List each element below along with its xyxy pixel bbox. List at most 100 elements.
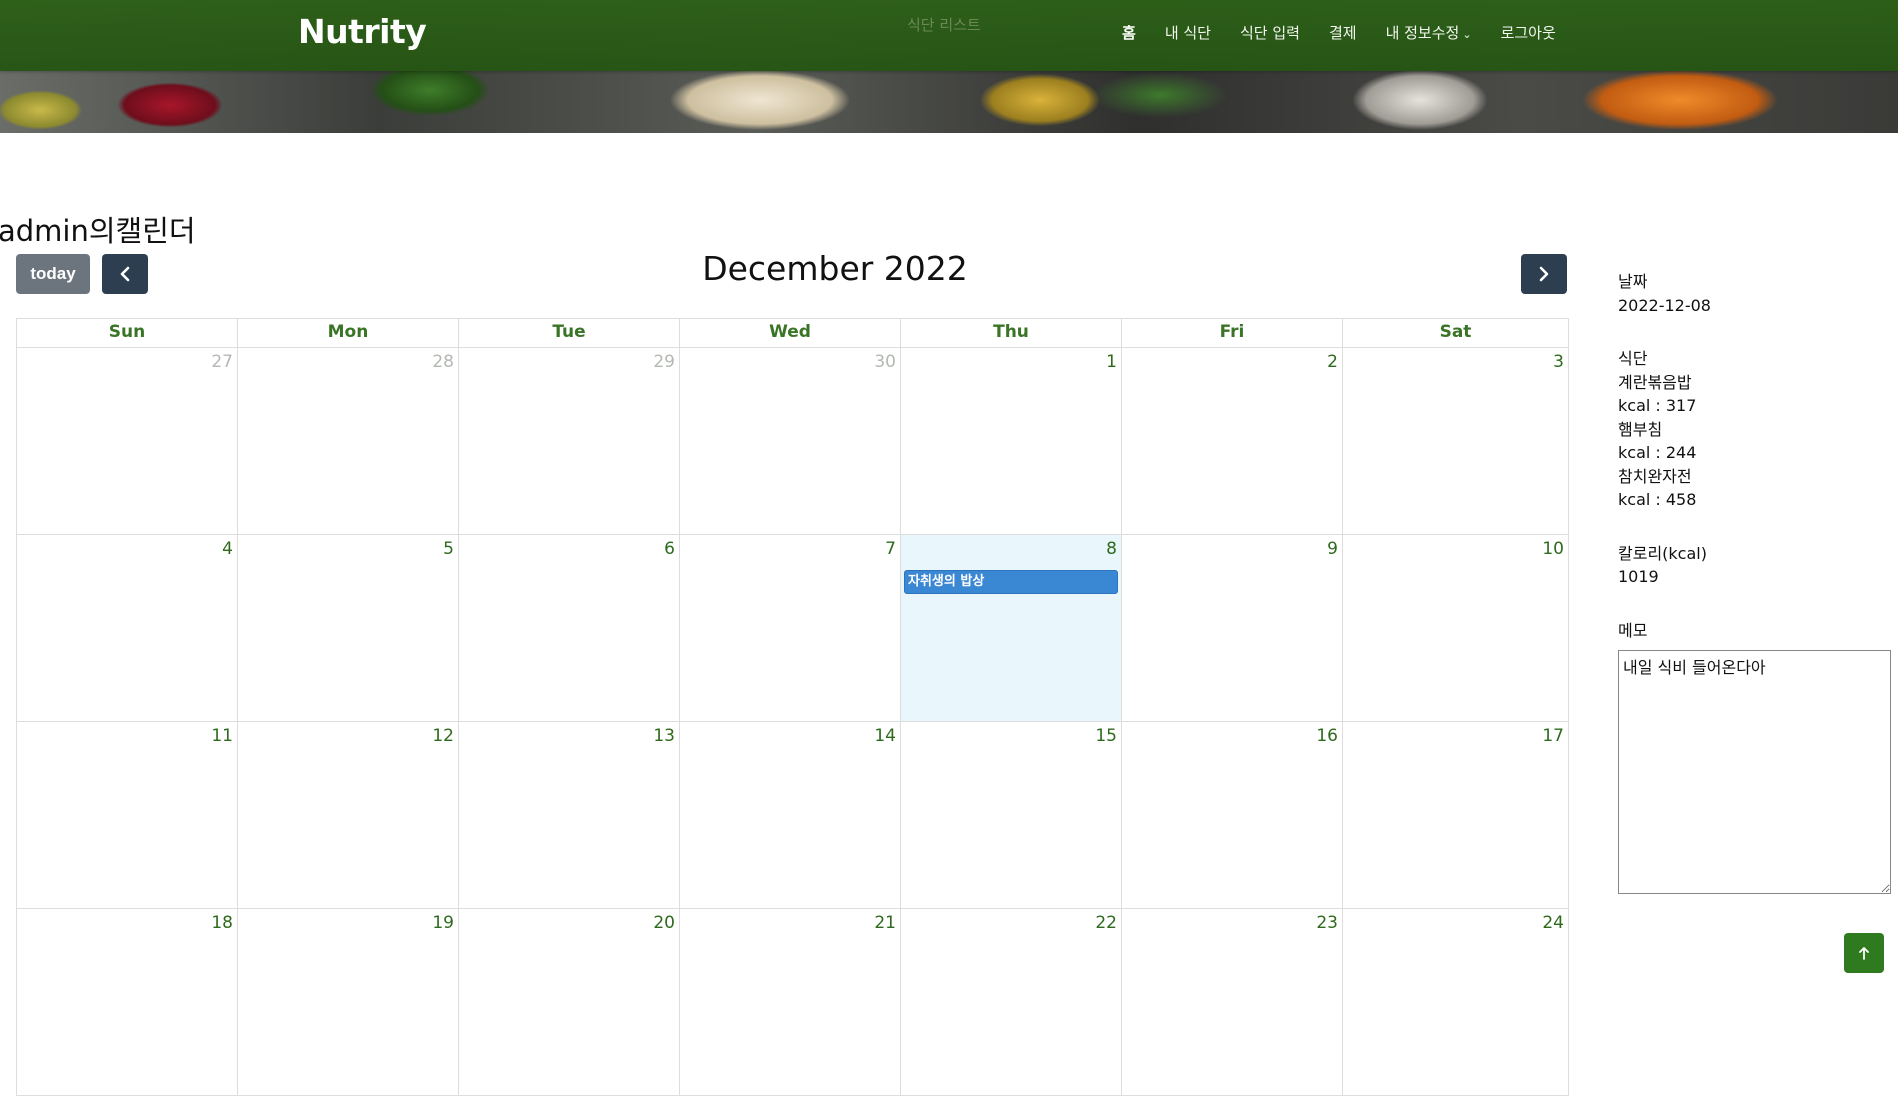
calendar-day[interactable]: 5 (238, 535, 459, 722)
calendar-day[interactable]: 15 (901, 722, 1122, 909)
day-number[interactable]: 22 (1095, 913, 1117, 933)
next-month-button[interactable] (1521, 254, 1567, 294)
weekday-sat: Sat (1343, 319, 1569, 348)
calendar-day[interactable]: 2 (1122, 348, 1343, 535)
calendar-day[interactable]: 21 (680, 909, 901, 1096)
weekday-thu: Thu (901, 319, 1122, 348)
calendar-day[interactable]: 14 (680, 722, 901, 909)
calendar-day[interactable]: 24 (1343, 909, 1569, 1096)
calendar-week: 4 5 6 7 8 자취생의 밥상 9 10 (17, 535, 1569, 722)
day-number[interactable]: 7 (885, 539, 896, 559)
nav-edit-profile-label: 내 정보수정 (1385, 24, 1460, 42)
prev-month-button[interactable] (102, 254, 148, 294)
day-number[interactable]: 24 (1542, 913, 1564, 933)
scroll-to-top-button[interactable] (1844, 933, 1884, 973)
calendar-title: admin의캘린더 (0, 214, 196, 248)
calendar-day[interactable]: 22 (901, 909, 1122, 1096)
meal-3-name: 참치완자전 (1618, 466, 1692, 486)
day-number[interactable]: 1 (1106, 352, 1117, 372)
calendar-day[interactable]: 3 (1343, 348, 1569, 535)
nav-home[interactable]: 홈 (1122, 22, 1136, 43)
calendar-day[interactable]: 11 (17, 722, 238, 909)
today-button[interactable]: today (16, 254, 90, 294)
calendar-day[interactable]: 8 자취생의 밥상 (901, 535, 1122, 722)
date-value: 2022-12-08 (1618, 295, 1711, 315)
day-number[interactable]: 27 (211, 352, 233, 372)
day-number[interactable]: 20 (653, 913, 675, 933)
nav-edit-profile[interactable]: 내 정보수정 ⌄ (1386, 22, 1472, 43)
calendar-day[interactable]: 13 (459, 722, 680, 909)
weekday-wed: Wed (680, 319, 901, 348)
nav-logout[interactable]: 로그아웃 (1501, 22, 1556, 43)
day-number[interactable]: 3 (1553, 352, 1564, 372)
day-number[interactable]: 29 (653, 352, 675, 372)
nav-payment[interactable]: 결제 (1329, 22, 1357, 43)
day-number[interactable]: 8 (1106, 539, 1117, 559)
calendar-day[interactable]: 23 (1122, 909, 1343, 1096)
calendar-day[interactable]: 20 (459, 909, 680, 1096)
date-label: 날짜 (1618, 272, 1648, 291)
day-number[interactable]: 15 (1095, 726, 1117, 746)
meal-1-kcal: kcal : 317 (1618, 396, 1697, 415)
meal-2-name: 햄부침 (1618, 419, 1663, 439)
day-number[interactable]: 19 (432, 913, 454, 933)
memo-textarea[interactable]: 내일 식비 들어온다아 (1618, 650, 1891, 894)
day-number[interactable]: 11 (211, 726, 233, 746)
chevron-left-icon (120, 266, 130, 282)
main-nav: 홈 내 식단 식단 입력 결제 내 정보수정 ⌄ 로그아웃 (1122, 22, 1585, 43)
day-number[interactable]: 30 (874, 352, 896, 372)
nav-meal-input[interactable]: 식단 입력 (1240, 22, 1300, 43)
nav-my-meals[interactable]: 내 식단 (1165, 22, 1211, 43)
day-number[interactable]: 10 (1542, 539, 1564, 559)
calendar-day[interactable]: 4 (17, 535, 238, 722)
day-number[interactable]: 13 (653, 726, 675, 746)
meal-2-kcal: kcal : 244 (1618, 443, 1697, 462)
chevron-down-icon: ⌄ (1462, 28, 1472, 41)
weekday-fri: Fri (1122, 319, 1343, 348)
day-number[interactable]: 18 (211, 913, 233, 933)
calendar-day[interactable]: 29 (459, 348, 680, 535)
calendar-week: 18 19 20 21 22 23 24 (17, 909, 1569, 1096)
calendar-day[interactable]: 16 (1122, 722, 1343, 909)
day-number[interactable]: 5 (443, 539, 454, 559)
calendar-day[interactable]: 10 (1343, 535, 1569, 722)
calendar-day[interactable]: 17 (1343, 722, 1569, 909)
day-number[interactable]: 17 (1542, 726, 1564, 746)
day-number[interactable]: 9 (1327, 539, 1338, 559)
navbar: Nutrity 식단 리스트 홈 내 식단 식단 입력 결제 내 정보수정 ⌄ 로… (0, 0, 1898, 71)
calendar-day[interactable]: 6 (459, 535, 680, 722)
calorie-value: 1019 (1618, 567, 1659, 586)
weekday-tue: Tue (459, 319, 680, 348)
calendar-day[interactable]: 27 (17, 348, 238, 535)
faded-nav-text: 식단 리스트 (907, 16, 981, 34)
weekday-mon: Mon (238, 319, 459, 348)
calendar-day[interactable]: 28 (238, 348, 459, 535)
day-number[interactable]: 12 (432, 726, 454, 746)
calendar-day[interactable]: 18 (17, 909, 238, 1096)
day-number[interactable]: 2 (1327, 352, 1338, 372)
calendar-week: 11 12 13 14 15 16 17 (17, 722, 1569, 909)
calendar-day[interactable]: 30 (680, 348, 901, 535)
brand-logo[interactable]: Nutrity (298, 12, 427, 51)
day-number[interactable]: 16 (1316, 726, 1338, 746)
calendar-day[interactable]: 12 (238, 722, 459, 909)
day-number[interactable]: 4 (222, 539, 233, 559)
weekday-header: Sun Mon Tue Wed Thu Fri Sat (17, 319, 1569, 348)
day-number[interactable]: 23 (1316, 913, 1338, 933)
calendar-day[interactable]: 1 (901, 348, 1122, 535)
calendar-day[interactable]: 7 (680, 535, 901, 722)
chevron-right-icon (1539, 266, 1549, 282)
month-title: December 2022 (702, 249, 968, 288)
memo-label: 메모 (1618, 620, 1648, 640)
arrow-up-icon (1859, 947, 1869, 960)
day-number[interactable]: 28 (432, 352, 454, 372)
day-number[interactable]: 6 (664, 539, 675, 559)
meal-label: 식단 (1618, 349, 1648, 368)
weekday-sun: Sun (17, 319, 238, 348)
calendar-event[interactable]: 자취생의 밥상 (904, 570, 1118, 594)
day-number[interactable]: 21 (874, 913, 896, 933)
meal-1-name: 계란볶음밥 (1618, 372, 1692, 392)
day-number[interactable]: 14 (874, 726, 896, 746)
calendar-day[interactable]: 19 (238, 909, 459, 1096)
calendar-day[interactable]: 9 (1122, 535, 1343, 722)
